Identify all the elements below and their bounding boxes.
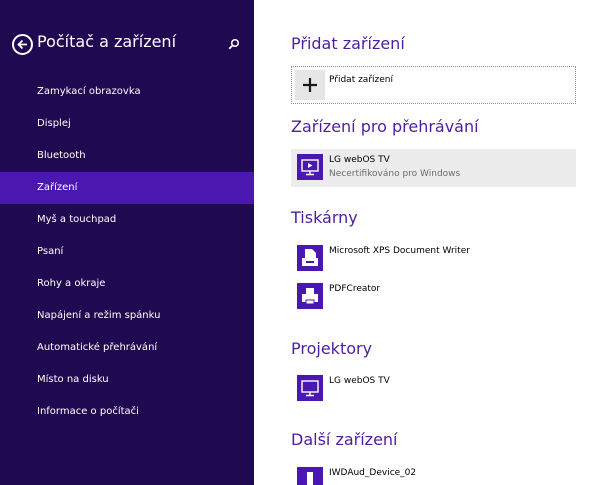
device-name: LG webOS TV <box>329 376 390 386</box>
sidebar-item-power-sleep[interactable]: Napájení a režim spánku <box>0 300 254 332</box>
device-item-lg-tv-projector[interactable]: LG webOS TV <box>291 370 576 408</box>
device-name: LG webOS TV <box>329 155 390 165</box>
back-button[interactable] <box>12 34 33 55</box>
sidebar: Počítač a zařízení Zamykací obrazovka Di… <box>0 0 254 485</box>
document-printer-icon <box>297 245 323 271</box>
sidebar-item-autoplay[interactable]: Automatické přehrávání <box>0 332 254 364</box>
sidebar-item-disk-space[interactable]: Místo na disku <box>0 364 254 396</box>
add-icon-tile <box>295 70 325 100</box>
main-content: Přidat zařízení Přidat zařízení Zařízení… <box>254 0 600 485</box>
sidebar-item-mouse-touchpad[interactable]: Myš a touchpad <box>0 204 254 236</box>
sidebar-item-devices[interactable]: Zařízení <box>0 172 254 204</box>
device-name: IWDAud_Device_02 <box>329 468 417 478</box>
sidebar-item-pc-info[interactable]: Informace o počítači <box>0 396 254 428</box>
device-name: Microsoft XPS Document Writer <box>329 246 470 256</box>
device-item-lg-tv-playback[interactable]: LG webOS TV Necertifikováno pro Windows <box>291 149 576 187</box>
search-icon[interactable] <box>228 38 240 50</box>
device-item-xps-writer[interactable]: Microsoft XPS Document Writer <box>291 240 576 278</box>
section-title-projectors: Projektory <box>291 339 373 358</box>
back-arrow-icon <box>17 39 27 50</box>
add-device-label: Přidat zařízení <box>329 75 393 85</box>
section-title-other-devices: Další zařízení <box>291 430 398 449</box>
sidebar-item-bluetooth[interactable]: Bluetooth <box>0 140 254 172</box>
device-icon <box>297 467 323 485</box>
sidebar-item-corners-edges[interactable]: Rohy a okraje <box>0 268 254 300</box>
sidebar-header: Počítač a zařízení <box>0 30 254 60</box>
printer-icon <box>297 283 323 309</box>
sidebar-item-lock-screen[interactable]: Zamykací obrazovka <box>0 76 254 108</box>
section-title-playback: Zařízení pro přehrávání <box>291 117 479 136</box>
monitor-play-icon <box>297 154 323 180</box>
add-device-button[interactable]: Přidat zařízení <box>291 66 576 104</box>
device-status: Necertifikováno pro Windows <box>329 169 461 179</box>
monitor-icon <box>297 375 323 401</box>
sidebar-item-display[interactable]: Displej <box>0 108 254 140</box>
section-title-printers: Tiskárny <box>291 208 358 227</box>
device-item-pdfcreator[interactable]: PDFCreator <box>291 278 576 316</box>
section-title-add-devices: Přidat zařízení <box>291 34 405 53</box>
plus-icon <box>303 78 317 92</box>
sidebar-nav: Zamykací obrazovka Displej Bluetooth Zař… <box>0 76 254 428</box>
device-item-iwdaud[interactable]: IWDAud_Device_02 <box>291 462 576 485</box>
sidebar-title: Počítač a zařízení <box>37 32 177 51</box>
sidebar-item-typing[interactable]: Psaní <box>0 236 254 268</box>
device-name: PDFCreator <box>329 284 381 294</box>
